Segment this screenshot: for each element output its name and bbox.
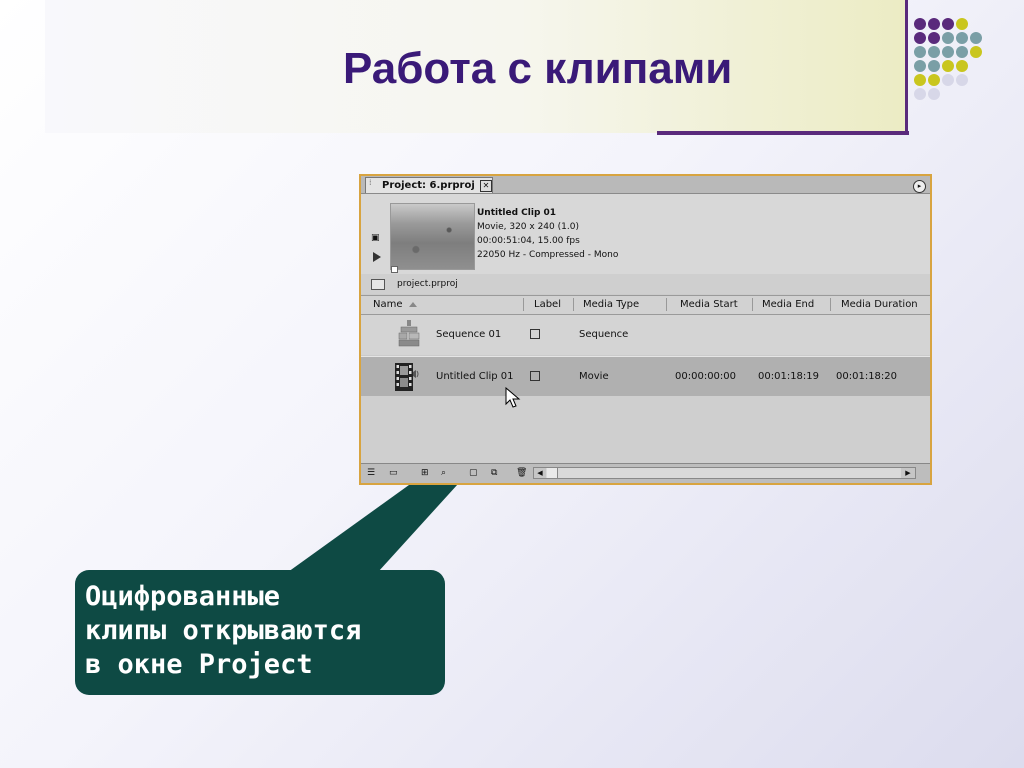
clip-info-line: 00:00:51:04, 15.00 fps — [477, 236, 580, 246]
column-media-type[interactable]: Media Type — [583, 299, 639, 310]
clip-info-line: Movie, 320 x 240 (1.0) — [477, 222, 579, 232]
scroll-right-icon[interactable]: ▶ — [901, 468, 915, 478]
scroll-thumb[interactable] — [547, 468, 558, 478]
row-name: Sequence 01 — [436, 329, 502, 340]
label-swatch[interactable] — [530, 329, 540, 339]
clip-info: Untitled Clip 01 Movie, 320 x 240 (1.0) … — [477, 206, 618, 262]
callout-line: Оцифрованные — [85, 581, 281, 612]
project-panel: ⁞ Project: 6.prproj ✕ ▸ ▣ Untitled Clip … — [359, 174, 932, 485]
callout-line: клипы открываются — [85, 615, 362, 646]
thumbnail-scrub-marker[interactable] — [391, 266, 398, 273]
column-divider[interactable] — [830, 298, 831, 311]
column-header: Name Label Media Type Media Start Media … — [361, 295, 930, 315]
bin-name: project.prproj — [397, 279, 458, 289]
callout-box: Оцифрованные клипы открываются в окне Pr… — [75, 570, 445, 695]
table-row[interactable]: Untitled Clip 01 Movie 00:00:00:00 00:01… — [361, 356, 930, 398]
callout-line: в окне Project — [85, 649, 313, 680]
clip-info-name: Untitled Clip 01 — [477, 208, 557, 218]
horizontal-scrollbar[interactable]: ◀ ▶ — [533, 467, 916, 479]
find-icon[interactable]: ⌕ — [441, 468, 446, 478]
column-media-duration[interactable]: Media Duration — [841, 299, 918, 310]
column-media-start[interactable]: Media Start — [680, 299, 738, 310]
clip-thumbnail — [390, 203, 475, 270]
poster-frame-camera-icon[interactable]: ▣ — [371, 234, 383, 243]
new-bin-icon[interactable]: ▢ — [469, 468, 478, 478]
panel-menu-icon[interactable]: ▸ — [913, 180, 926, 193]
sort-ascending-icon[interactable] — [409, 302, 417, 307]
bin-path-bar: project.prproj — [361, 274, 930, 294]
column-name[interactable]: Name — [373, 299, 403, 310]
column-divider[interactable] — [752, 298, 753, 311]
column-divider[interactable] — [666, 298, 667, 311]
column-divider[interactable] — [523, 298, 524, 311]
scroll-left-icon[interactable]: ◀ — [534, 468, 546, 478]
close-icon[interactable]: ✕ — [480, 180, 492, 192]
row-media-end: 00:01:18:19 — [758, 371, 820, 382]
row-name: Untitled Clip 01 — [436, 371, 514, 382]
mouse-cursor-icon — [505, 387, 521, 408]
column-label[interactable]: Label — [534, 299, 561, 310]
trash-icon[interactable]: 🗑 — [516, 468, 527, 478]
column-media-end[interactable]: Media End — [762, 299, 814, 310]
label-swatch[interactable] — [530, 371, 540, 381]
clip-info-line: 22050 Hz - Compressed - Mono — [477, 250, 619, 260]
sequence-icon — [398, 320, 420, 347]
column-divider[interactable] — [573, 298, 574, 311]
tab-project-label: Project: 6.prproj — [382, 180, 475, 191]
list-view-icon[interactable]: ☰ — [367, 468, 375, 478]
row-media-duration: 00:01:18:20 — [836, 371, 898, 382]
parent-bin-icon[interactable] — [371, 279, 385, 290]
row-media-start: 00:00:00:00 — [675, 371, 737, 382]
automate-to-sequence-icon[interactable]: ⊞ — [421, 468, 429, 478]
play-icon[interactable] — [373, 252, 381, 262]
grip-icon[interactable]: ⁞ — [369, 179, 373, 190]
icon-view-icon[interactable]: ▭ — [389, 468, 398, 478]
bin-empty-area[interactable] — [361, 396, 930, 464]
movie-clip-icon — [395, 363, 419, 391]
new-item-icon[interactable]: ⧉ — [491, 468, 497, 478]
row-media-type: Sequence — [579, 329, 629, 340]
table-row[interactable]: Sequence 01 Sequence — [361, 315, 930, 355]
row-media-type: Movie — [579, 371, 609, 382]
panel-bottom-toolbar: ☰ ▭ ⊞ ⌕ ▢ ⧉ 🗑 ◀ ▶ — [361, 463, 930, 483]
preview-area: ▣ Untitled Clip 01 Movie, 320 x 240 (1.0… — [361, 194, 930, 274]
panel-tab-bar: ⁞ Project: 6.prproj ✕ ▸ — [361, 176, 930, 194]
tab-project[interactable]: ⁞ Project: 6.prproj ✕ — [365, 177, 493, 193]
